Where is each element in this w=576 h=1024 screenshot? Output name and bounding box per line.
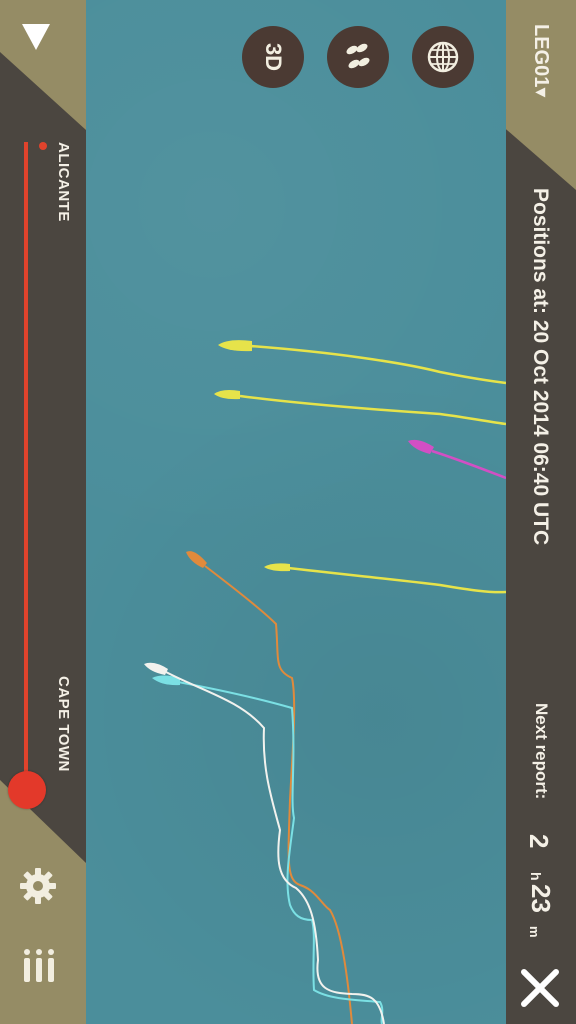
- 3d-view-label: 3D: [261, 42, 286, 72]
- track-white: [165, 671, 385, 1024]
- globe-view-button[interactable]: [412, 26, 474, 88]
- collapse-button[interactable]: [20, 22, 52, 52]
- start-port-label: ALICANTE: [55, 142, 72, 222]
- track-magenta: [431, 449, 507, 480]
- globe-icon: [427, 41, 459, 73]
- next-report-hours-unit: h: [528, 872, 544, 881]
- next-report-label: Next report:: [532, 703, 551, 800]
- next-report-hours: 2: [524, 834, 554, 849]
- next-report-minutes-unit: m: [527, 926, 542, 938]
- track-cyan: [177, 681, 384, 1024]
- triangle-down-icon: [22, 24, 50, 50]
- boat-yellow-3[interactable]: [264, 563, 290, 572]
- boat-tracks: [144, 340, 507, 1024]
- footprints-icon: [346, 43, 370, 69]
- timeline-slider-knob[interactable]: [8, 771, 46, 809]
- timeline-track[interactable]: [24, 142, 28, 790]
- settings-button[interactable]: [18, 866, 58, 906]
- boat-yellow-1[interactable]: [218, 340, 252, 352]
- boat-orange[interactable]: [186, 551, 207, 568]
- positions-timestamp: Positions at: 20 Oct 2014 06:40 UTC: [529, 188, 552, 546]
- 3d-view-button[interactable]: 3D: [242, 26, 304, 88]
- track-orange: [204, 565, 353, 1024]
- close-icon: [521, 969, 559, 1007]
- track-yellow-3: [287, 566, 507, 594]
- boat-magenta[interactable]: [408, 439, 434, 454]
- end-port-label: CAPE TOWN: [55, 676, 72, 772]
- boat-white[interactable]: [144, 662, 168, 675]
- gear-icon: [20, 868, 56, 904]
- next-report-minutes: 23: [526, 884, 556, 913]
- boat-yellow-2[interactable]: [214, 390, 240, 400]
- track-yellow-2: [239, 394, 507, 426]
- leaderboard-icon: [24, 949, 54, 982]
- timeline-start-marker: [39, 142, 47, 150]
- tracks-toggle-button[interactable]: [327, 26, 389, 88]
- track-yellow-1: [249, 344, 507, 385]
- close-button[interactable]: [518, 966, 562, 1010]
- leaderboard-button[interactable]: [20, 946, 58, 986]
- leg-selector[interactable]: LEG01▾: [529, 24, 554, 97]
